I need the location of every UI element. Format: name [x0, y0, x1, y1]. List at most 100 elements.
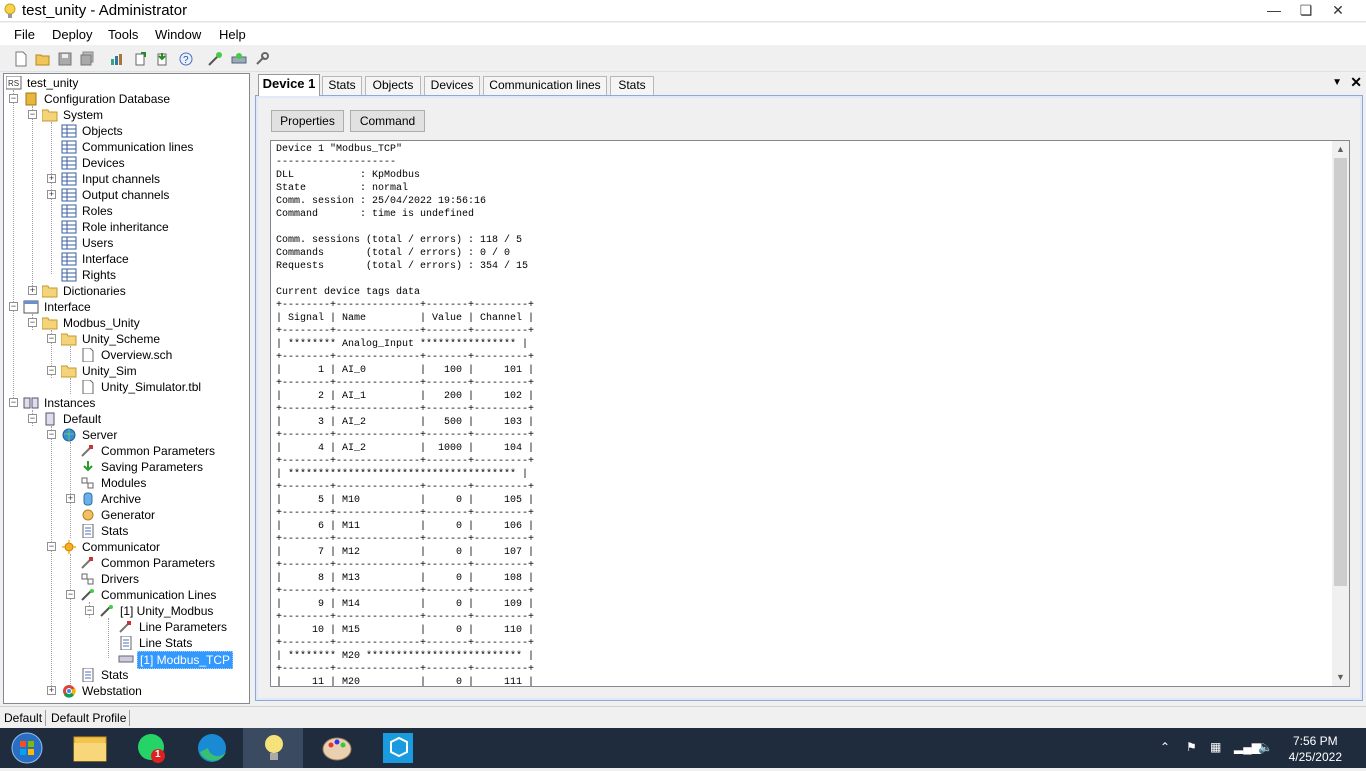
download-icon — [83, 461, 93, 472]
open-folder-icon[interactable] — [35, 51, 51, 67]
tab-strip: Device 1 Stats Objects Devices Communica… — [254, 73, 1366, 96]
modules-icon — [81, 573, 94, 585]
start-button[interactable] — [0, 728, 60, 768]
collapse-toggle[interactable]: − — [28, 414, 37, 423]
lightbulb-icon — [4, 3, 16, 18]
tool-icon[interactable] — [231, 51, 247, 67]
collapse-toggle[interactable]: − — [47, 366, 56, 375]
import-icon[interactable] — [155, 51, 171, 67]
expand-toggle[interactable]: + — [28, 286, 37, 295]
page-icon — [82, 524, 94, 538]
tab-stats[interactable]: Stats — [322, 76, 362, 95]
wizard-icon[interactable] — [207, 51, 223, 67]
show-hidden-icons[interactable]: ⌃ — [1160, 740, 1170, 754]
tab-device-1[interactable]: Device 1 — [258, 74, 320, 96]
table-icon — [61, 188, 77, 202]
collapse-toggle[interactable]: − — [47, 542, 56, 551]
tab-objects[interactable]: Objects — [365, 76, 421, 95]
taskbar-whatsapp[interactable]: 1 — [120, 728, 180, 768]
table-icon — [61, 220, 77, 234]
device-icon — [118, 655, 134, 663]
collapse-toggle[interactable]: − — [9, 398, 18, 407]
tab-stats-2[interactable]: Stats — [610, 76, 654, 95]
vertical-scrollbar[interactable]: ▲ ▼ — [1332, 141, 1349, 686]
database-icon — [25, 92, 37, 106]
menu-file[interactable]: File — [14, 27, 35, 42]
tab-devices[interactable]: Devices — [424, 76, 480, 95]
expand-toggle[interactable]: + — [66, 494, 75, 503]
new-file-icon[interactable] — [13, 51, 29, 67]
device-info-textbox[interactable]: Device 1 "Modbus_TCP" ------------------… — [270, 140, 1350, 687]
chart-icon[interactable] — [109, 51, 125, 67]
settings-icon[interactable] — [254, 51, 270, 67]
taskbar-sketchup[interactable] — [369, 728, 429, 768]
server-icon — [45, 412, 55, 426]
collapse-toggle[interactable]: − — [9, 94, 18, 103]
expand-toggle[interactable]: + — [47, 190, 56, 199]
table-icon — [61, 204, 77, 218]
export-icon[interactable] — [133, 51, 149, 67]
scroll-thumb[interactable] — [1334, 158, 1347, 586]
network-signal-icon[interactable]: ▂▄▆ — [1234, 740, 1261, 754]
tab-list-dropdown-icon[interactable]: ▼ — [1332, 77, 1342, 88]
menu-deploy[interactable]: Deploy — [52, 27, 92, 42]
title-bar: test_unity - Administrator — ❏ ✕ — [0, 0, 1366, 22]
taskbar-paint[interactable] — [306, 728, 366, 768]
system-clock[interactable]: 7:56 PM 4/25/2022 — [1289, 733, 1342, 765]
table-icon — [61, 172, 77, 186]
collapse-toggle[interactable]: − — [47, 430, 56, 439]
collapse-toggle[interactable]: − — [66, 590, 75, 599]
menu-window[interactable]: Window — [155, 27, 201, 42]
expand-toggle[interactable]: + — [47, 686, 56, 695]
taskbar-rapid-scada[interactable] — [243, 728, 303, 768]
collapse-toggle[interactable]: − — [28, 318, 37, 327]
device-panel: Properties Command Device 1 "Modbus_TCP"… — [255, 95, 1363, 701]
tab-communication-lines[interactable]: Communication lines — [483, 76, 607, 95]
menu-bar: File Deploy Tools Window Help — [0, 23, 1366, 45]
flag-icon[interactable]: ⚑ — [1186, 740, 1197, 754]
connection-icon — [100, 605, 113, 617]
save-all-icon[interactable] — [79, 51, 95, 67]
whatsapp-icon — [138, 734, 165, 763]
menu-help[interactable]: Help — [219, 27, 246, 42]
close-tab-icon[interactable]: ✕ — [1350, 74, 1362, 91]
table-icon — [61, 140, 77, 154]
folder-open-icon — [61, 333, 77, 346]
command-button[interactable]: Command — [350, 110, 425, 132]
properties-button[interactable]: Properties — [271, 110, 344, 132]
save-icon[interactable] — [57, 51, 73, 67]
folder-open-icon — [42, 317, 58, 330]
device-info-text: Device 1 "Modbus_TCP" ------------------… — [276, 144, 535, 687]
taskbar-edge[interactable] — [180, 728, 240, 768]
help-icon[interactable]: ? — [178, 51, 194, 67]
sun-icon — [62, 540, 76, 554]
cube-app-icon — [383, 733, 413, 763]
collapse-toggle[interactable]: − — [28, 110, 37, 119]
servers-icon — [23, 397, 39, 409]
scroll-down-icon[interactable]: ▼ — [1332, 669, 1349, 686]
folder-open-icon — [61, 365, 77, 378]
edge-icon — [198, 734, 226, 762]
folder-open-icon — [42, 109, 58, 122]
status-instance: Default — [1, 710, 47, 726]
collapse-toggle[interactable]: − — [85, 606, 94, 615]
clock-date: 4/25/2022 — [1288, 750, 1342, 764]
restore-button[interactable]: ❏ — [1292, 0, 1320, 22]
device-icon[interactable]: ▦ — [1210, 740, 1221, 754]
taskbar-file-explorer[interactable] — [60, 728, 120, 768]
collapse-toggle[interactable]: − — [9, 302, 18, 311]
tools-icon — [81, 445, 93, 457]
close-button[interactable]: ✕ — [1320, 0, 1356, 22]
windows-start-icon — [11, 732, 43, 764]
project-icon: RS — [6, 76, 22, 90]
minimize-button[interactable]: — — [1256, 0, 1292, 22]
folder-icon — [73, 736, 107, 762]
volume-icon[interactable]: 🔈 — [1258, 740, 1273, 754]
archive-icon — [83, 492, 93, 506]
expand-toggle[interactable]: + — [47, 174, 56, 183]
menu-tools[interactable]: Tools — [108, 27, 138, 42]
tools-icon — [81, 557, 93, 569]
collapse-toggle[interactable]: − — [47, 334, 56, 343]
explorer-tree[interactable]: RS test_unity − Configuration Database −… — [3, 73, 250, 704]
scroll-up-icon[interactable]: ▲ — [1332, 141, 1349, 158]
